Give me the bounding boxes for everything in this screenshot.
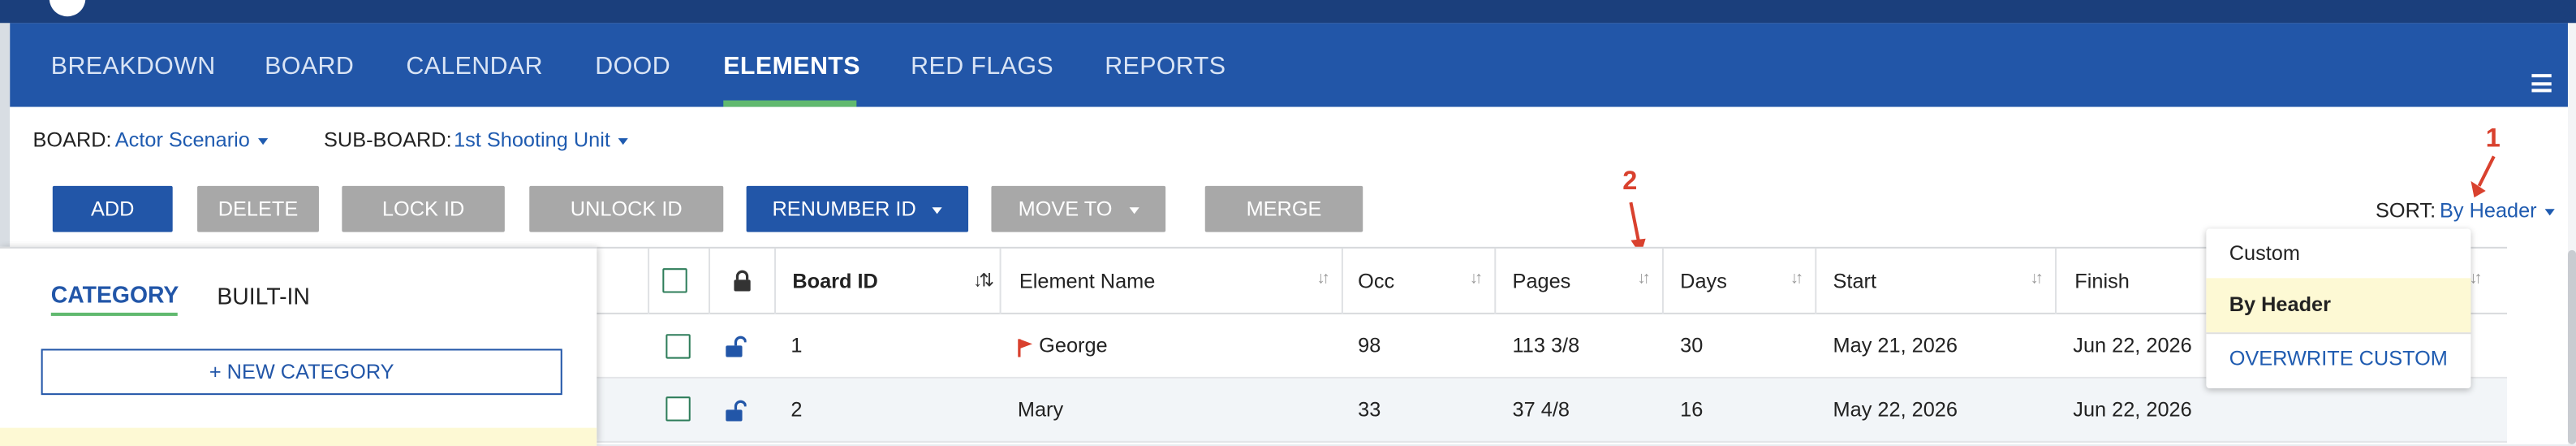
cell-occ: 98 bbox=[1358, 334, 1381, 357]
header-occ[interactable]: Occ ↓↑ bbox=[1343, 248, 1497, 316]
sort-icon[interactable]: ↓↑ bbox=[1790, 270, 1803, 288]
merge-button[interactable]: MERGE bbox=[1204, 185, 1363, 232]
sort-desc-icon[interactable]: ↓⇅ bbox=[973, 270, 994, 291]
annotation-arrow-1 bbox=[2470, 155, 2496, 198]
header-finish-label: Finish bbox=[2074, 270, 2130, 293]
header-start-label: Start bbox=[1833, 270, 1877, 293]
move-to-label: MOVE TO bbox=[1018, 197, 1113, 221]
category-panel: CATEGORY BUILT-IN + NEW CATEGORY bbox=[0, 246, 597, 446]
tab-calendar[interactable]: CALENDAR bbox=[406, 53, 543, 80]
chevron-down-icon bbox=[1128, 206, 1139, 214]
top-bar bbox=[0, 0, 2576, 24]
header-board-id-label: Board ID bbox=[792, 270, 878, 293]
scrollbar-thumb[interactable] bbox=[2567, 249, 2576, 444]
sort-label: SORT: bbox=[2375, 199, 2436, 223]
subboard-select[interactable]: 1st Shooting Unit bbox=[454, 128, 629, 152]
tab-elements[interactable]: ELEMENTS bbox=[723, 53, 860, 80]
sort-dropdown-menu: Custom By Header OVERWRITE CUSTOM bbox=[2206, 228, 2471, 389]
hamburger-icon[interactable] bbox=[2531, 74, 2552, 93]
sort-option-overwrite-custom[interactable]: OVERWRITE CUSTOM bbox=[2206, 334, 2470, 385]
cell-days: 16 bbox=[1680, 398, 1704, 422]
header-days-label: Days bbox=[1680, 270, 1727, 293]
header-occ-label: Occ bbox=[1358, 270, 1395, 293]
header-element-name-label: Element Name bbox=[1019, 270, 1156, 293]
sort-option-by-header[interactable]: By Header bbox=[2206, 278, 2471, 333]
chevron-down-icon bbox=[933, 206, 943, 214]
sort-icon[interactable]: ↓↑ bbox=[2031, 270, 2044, 288]
chevron-down-icon bbox=[257, 137, 269, 145]
unlock-icon[interactable] bbox=[725, 400, 747, 422]
cell-start: May 22, 2026 bbox=[1833, 398, 1958, 422]
unlock-icon[interactable] bbox=[725, 336, 747, 357]
page-scrollbar[interactable] bbox=[2567, 23, 2576, 444]
header-element-name[interactable]: Element Name ↓↑ bbox=[1002, 248, 1343, 316]
tab-board[interactable]: BOARD bbox=[265, 53, 354, 80]
sort-icon[interactable]: ↓↑ bbox=[1470, 270, 1483, 288]
header-lock bbox=[710, 248, 777, 316]
cell-board-id: 2 bbox=[790, 398, 803, 422]
sort-select[interactable]: By Header bbox=[2440, 199, 2555, 222]
chevron-down-icon bbox=[2544, 208, 2555, 215]
renumber-id-label: RENUMBER ID bbox=[772, 197, 916, 221]
sort-icon[interactable]: ↓↑ bbox=[1637, 270, 1650, 288]
cell-start: May 21, 2026 bbox=[1833, 334, 1958, 357]
select-all-checkbox[interactable] bbox=[662, 268, 687, 293]
cell-pages: 113 3/8 bbox=[1512, 334, 1580, 357]
chevron-down-icon bbox=[618, 137, 629, 145]
sort-option-custom[interactable]: Custom bbox=[2206, 229, 2470, 279]
app-root: BREAKDOWN BOARD CALENDAR DOOD ELEMENTS R… bbox=[0, 0, 2576, 446]
row-checkbox[interactable] bbox=[666, 396, 691, 422]
add-button[interactable]: ADD bbox=[52, 185, 173, 232]
tab-red-flags[interactable]: RED FLAGS bbox=[911, 53, 1053, 80]
cell-days: 30 bbox=[1680, 334, 1704, 357]
cell-finish: Jun 22, 2026 bbox=[2073, 398, 2192, 422]
tab-dood[interactable]: DOOD bbox=[595, 53, 670, 80]
active-tab-underline bbox=[723, 100, 857, 107]
header-board-id[interactable]: Board ID ↓⇅ bbox=[776, 248, 1002, 316]
cell-element-name[interactable]: Mary bbox=[1018, 398, 1063, 421]
tab-category[interactable]: CATEGORY bbox=[51, 281, 179, 307]
cell-element-name[interactable]: George bbox=[1039, 334, 1107, 357]
sort-icon[interactable]: ↓↑ bbox=[1317, 270, 1330, 288]
tab-built-in[interactable]: BUILT-IN bbox=[217, 283, 310, 309]
tab-reports[interactable]: REPORTS bbox=[1105, 53, 1226, 80]
annotation-number-2: 2 bbox=[1622, 167, 1638, 197]
row-checkbox[interactable] bbox=[666, 334, 691, 359]
header-spacer bbox=[597, 248, 650, 316]
lock-icon bbox=[734, 270, 751, 292]
category-tab-underline bbox=[50, 312, 178, 316]
board-select[interactable]: Actor Scenario bbox=[114, 128, 269, 152]
cell-board-id: 1 bbox=[790, 334, 803, 357]
cell-pages: 37 4/8 bbox=[1512, 398, 1570, 422]
subboard-label: SUB-BOARD: bbox=[324, 128, 452, 152]
header-days[interactable]: Days ↓↑ bbox=[1664, 248, 1817, 316]
header-pages-label: Pages bbox=[1512, 270, 1571, 293]
header-pages[interactable]: Pages ↓↑ bbox=[1496, 248, 1664, 316]
annotation-number-1: 1 bbox=[2485, 124, 2501, 154]
cell-finish: Jun 22, 2026 bbox=[2073, 334, 2192, 357]
board-label: BOARD: bbox=[32, 128, 112, 152]
header-start[interactable]: Start ↓↑ bbox=[1816, 248, 2057, 316]
header-select-all bbox=[649, 248, 711, 316]
cell-occ: 33 bbox=[1358, 398, 1381, 422]
sort-select-value: By Header bbox=[2439, 199, 2537, 223]
app-logo bbox=[49, 0, 86, 17]
main-nav: BREAKDOWN BOARD CALENDAR DOOD ELEMENTS R… bbox=[10, 23, 2568, 107]
red-flag-icon bbox=[1018, 339, 1033, 357]
new-category-button[interactable]: + NEW CATEGORY bbox=[41, 349, 562, 396]
board-select-value: Actor Scenario bbox=[114, 128, 250, 152]
unlock-id-button[interactable]: UNLOCK ID bbox=[529, 185, 724, 232]
subboard-select-value: 1st Shooting Unit bbox=[454, 128, 610, 152]
move-to-button[interactable]: MOVE TO bbox=[991, 185, 1166, 232]
renumber-id-button[interactable]: RENUMBER ID bbox=[746, 185, 969, 232]
lock-id-button[interactable]: LOCK ID bbox=[342, 185, 505, 232]
tab-breakdown[interactable]: BREAKDOWN bbox=[51, 53, 216, 80]
delete-button[interactable]: DELETE bbox=[197, 185, 319, 232]
